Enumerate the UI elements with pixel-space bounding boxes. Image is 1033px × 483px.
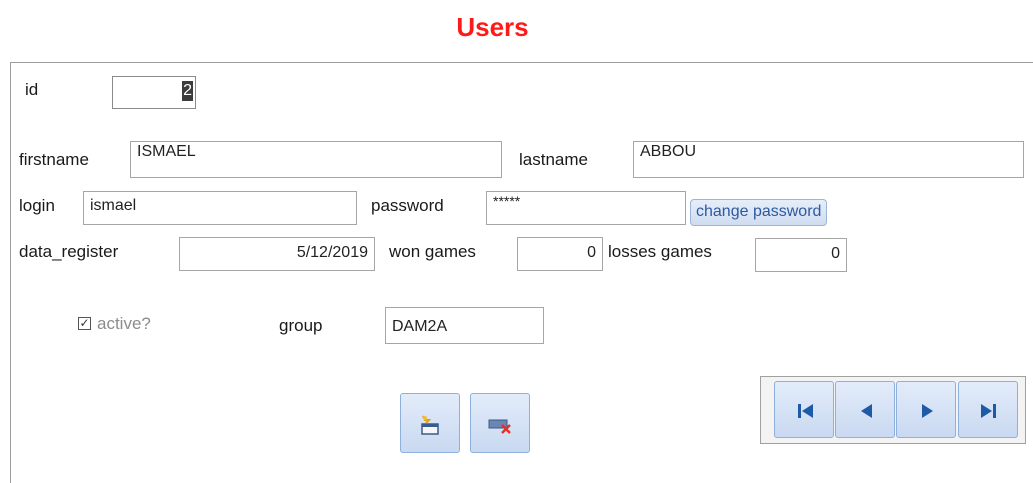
delete-record-button[interactable]: [470, 393, 530, 453]
login-field[interactable]: ismael: [83, 191, 357, 225]
won-games-field[interactable]: 0: [517, 237, 603, 271]
data-register-field[interactable]: 5/12/2019: [179, 237, 375, 271]
id-value: 2: [182, 81, 193, 101]
active-label: active?: [97, 314, 151, 333]
new-record-button[interactable]: [400, 393, 460, 453]
active-checkbox[interactable]: ✓: [78, 317, 91, 330]
losses-games-label: losses games: [608, 242, 712, 261]
group-label: group: [279, 316, 323, 335]
group-field[interactable]: DAM2A: [385, 307, 544, 344]
form-title: Users: [456, 12, 529, 42]
firstname-label: firstname: [19, 150, 89, 169]
first-record-button[interactable]: [774, 381, 834, 438]
record-navigation: [760, 376, 1026, 444]
id-field[interactable]: 2: [112, 76, 196, 109]
password-label: password: [371, 196, 444, 215]
losses-games-field[interactable]: 0: [755, 238, 847, 272]
data-register-label: data_register: [19, 242, 119, 261]
lastname-label: lastname: [519, 150, 588, 169]
last-record-button[interactable]: [958, 381, 1018, 438]
previous-record-button[interactable]: [835, 381, 895, 438]
next-record-button[interactable]: [896, 381, 956, 438]
won-games-label: won games: [389, 242, 476, 261]
firstname-field[interactable]: ISMAEL: [130, 141, 502, 178]
id-label: id: [25, 80, 39, 99]
change-password-button[interactable]: change password: [690, 199, 828, 226]
login-label: login: [19, 196, 55, 215]
lastname-field[interactable]: ABBOU: [633, 141, 1024, 178]
password-field[interactable]: *****: [486, 191, 686, 225]
